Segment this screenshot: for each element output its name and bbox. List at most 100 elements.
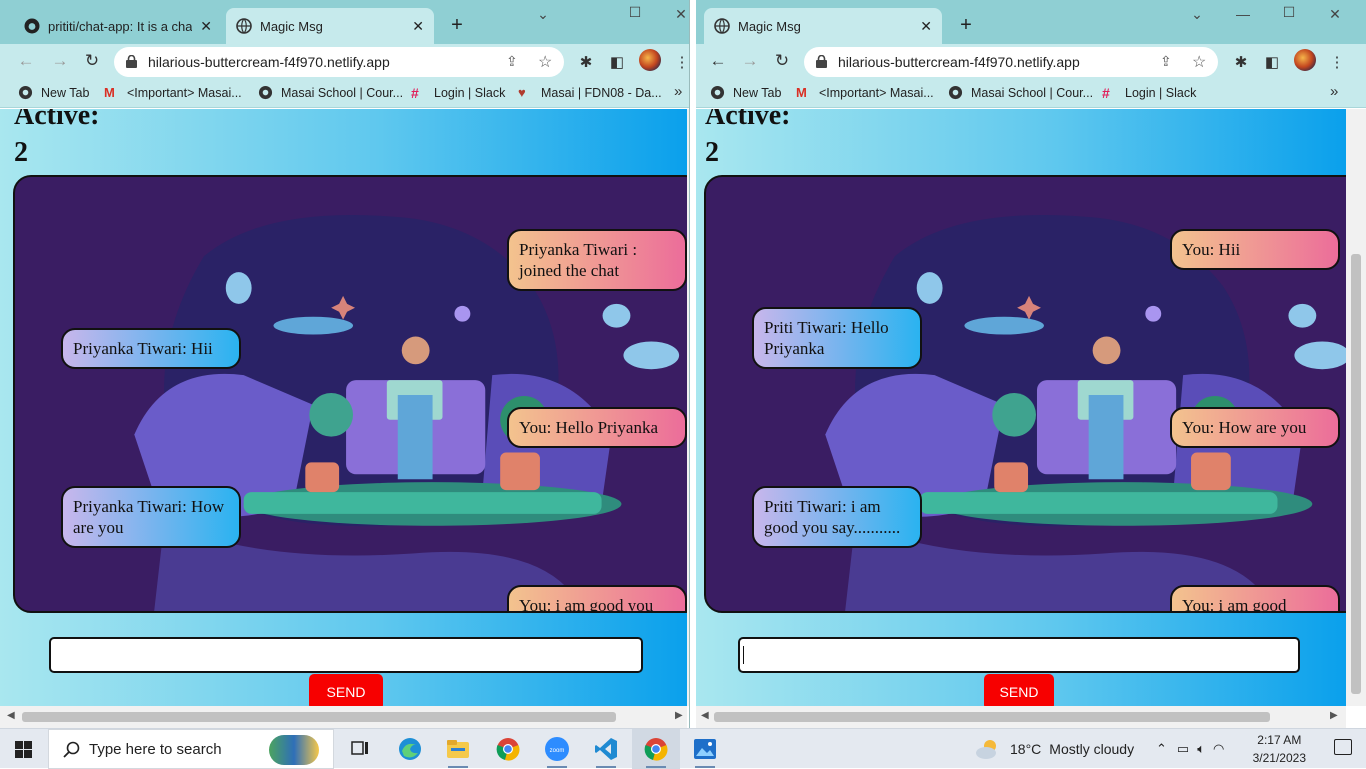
- share-icon[interactable]: ⇪: [506, 53, 518, 70]
- notifications-icon[interactable]: [1334, 739, 1352, 755]
- photos-icon[interactable]: [681, 729, 729, 769]
- scroll-left-icon[interactable]: ◀: [701, 710, 709, 721]
- menu-icon[interactable]: ⋮: [673, 53, 690, 71]
- file-explorer-icon[interactable]: [434, 729, 482, 769]
- page-viewport: Active: 2: [696, 109, 1346, 728]
- scroll-thumb[interactable]: [22, 712, 616, 722]
- browser-window-left: prititi/chat-app: It is a chatin ✕ Magic…: [0, 0, 690, 728]
- scroll-left-icon[interactable]: ◀: [7, 710, 15, 721]
- slack-icon: #: [411, 85, 419, 101]
- close-icon[interactable]: ✕: [920, 18, 932, 35]
- wifi-icon[interactable]: ◠: [1213, 741, 1224, 757]
- bookmark-slack[interactable]: # Login | Slack: [1102, 85, 1196, 101]
- new-tab-button[interactable]: +: [954, 14, 978, 38]
- share-icon[interactable]: ⇪: [1160, 53, 1172, 70]
- battery-icon[interactable]: ▭: [1177, 741, 1189, 757]
- globe-icon: [258, 85, 273, 100]
- bookmark-new-tab[interactable]: New Tab: [710, 85, 781, 100]
- edge-icon[interactable]: [386, 729, 434, 769]
- globe-icon: [710, 85, 725, 100]
- bookmark-gmail[interactable]: M <Important> Masai...: [796, 85, 934, 100]
- tab-magic-msg[interactable]: Magic Msg ✕: [704, 8, 942, 44]
- tab-magic-msg[interactable]: Magic Msg ✕: [226, 8, 434, 44]
- maximize-button[interactable]: ☐: [620, 4, 650, 21]
- scroll-thumb[interactable]: [1351, 254, 1361, 694]
- horizontal-scrollbar[interactable]: ◀ ▶: [0, 706, 687, 728]
- masai-icon: ♥: [518, 85, 526, 100]
- avatar[interactable]: [1294, 49, 1316, 71]
- new-tab-button[interactable]: +: [445, 14, 469, 38]
- extensions-icon[interactable]: ✱: [1232, 53, 1250, 71]
- taskbar-search-input[interactable]: Type here to search: [48, 729, 334, 769]
- tab-github[interactable]: prititi/chat-app: It is a chatin ✕: [14, 8, 222, 44]
- scroll-right-icon[interactable]: ▶: [675, 710, 683, 721]
- tab-strip: prititi/chat-app: It is a chatin ✕ Magic…: [0, 0, 689, 44]
- page-viewport: Active: 2: [0, 109, 687, 728]
- bookmark-gmail[interactable]: M <Important> Masai...: [104, 85, 242, 100]
- zoom-icon[interactable]: zoom: [533, 729, 581, 769]
- bookmark-masai-school[interactable]: Masai School | Cour...: [948, 85, 1093, 100]
- bookmark-slack[interactable]: # Login | Slack: [411, 85, 505, 101]
- send-button[interactable]: SEND: [984, 674, 1054, 710]
- url-text: hilarious-buttercream-f4f970.netlify.app: [148, 54, 390, 70]
- active-users: Active: 2: [705, 109, 791, 171]
- forward-icon[interactable]: →: [740, 52, 760, 70]
- task-view-icon[interactable]: [336, 729, 384, 769]
- close-window-button[interactable]: ✕: [1320, 6, 1350, 23]
- chrome-icon[interactable]: [632, 729, 680, 769]
- tab-strip: Magic Msg ✕ + ⌄ — ☐ ✕: [696, 0, 1366, 44]
- avatar[interactable]: [639, 49, 661, 71]
- scroll-right-icon[interactable]: ▶: [1330, 710, 1338, 721]
- back-icon[interactable]: ←: [708, 52, 728, 70]
- url-text: hilarious-buttercream-f4f970.netlify.app: [838, 54, 1080, 70]
- tab-search-icon[interactable]: ⌄: [1182, 6, 1212, 23]
- minimize-button[interactable]: —: [1228, 6, 1258, 22]
- bookmarks-bar: New Tab M <Important> Masai... Masai Sch…: [696, 78, 1366, 108]
- menu-icon[interactable]: ⋮: [1328, 53, 1346, 71]
- globe-icon: [714, 18, 730, 34]
- extensions-icon[interactable]: ✱: [577, 53, 595, 71]
- reload-icon[interactable]: ↻: [772, 52, 792, 70]
- forward-icon[interactable]: →: [50, 52, 70, 70]
- tab-search-icon[interactable]: ⌄: [528, 6, 558, 23]
- windows-start-icon[interactable]: [15, 741, 32, 758]
- address-bar[interactable]: hilarious-buttercream-f4f970.netlify.app…: [114, 47, 564, 77]
- maximize-button[interactable]: ☐: [1274, 4, 1304, 21]
- bookmark-masai-school[interactable]: Masai School | Cour...: [258, 85, 403, 100]
- message-input[interactable]: [49, 637, 643, 673]
- vertical-scrollbar[interactable]: [687, 109, 689, 706]
- volume-icon[interactable]: 🔈︎: [1197, 741, 1205, 757]
- search-highlight-icon[interactable]: [269, 735, 319, 765]
- bookmark-masai-fdn[interactable]: ♥ Masai | FDN08 - Da...: [518, 85, 662, 100]
- scroll-thumb[interactable]: [714, 712, 1270, 722]
- chat-message: You: i am good you: [507, 585, 687, 611]
- close-window-button[interactable]: ✕: [666, 6, 689, 23]
- side-panel-icon[interactable]: ◧: [1263, 53, 1281, 71]
- vertical-scrollbar[interactable]: [1346, 109, 1366, 706]
- chat-message: Priyanka Tiwari : joined the chat: [507, 229, 687, 291]
- bookmark-star-icon[interactable]: ☆: [538, 52, 552, 72]
- clock-time: 2:17 AM: [1257, 733, 1302, 747]
- weather-widget[interactable]: 18°C Mostly cloudy: [974, 729, 1134, 769]
- show-hidden-icons-icon[interactable]: ⌃: [1156, 741, 1167, 757]
- vscode-icon[interactable]: [582, 729, 630, 769]
- close-icon[interactable]: ✕: [412, 18, 424, 35]
- clock-date: 3/21/2023: [1252, 751, 1306, 765]
- more-bookmarks-icon[interactable]: »: [1330, 83, 1338, 100]
- close-icon[interactable]: ✕: [200, 18, 212, 35]
- windows-taskbar: Type here to search zoom 18°C Mostly clo…: [0, 728, 1366, 769]
- back-icon[interactable]: ←: [16, 52, 36, 70]
- side-panel-icon[interactable]: ◧: [608, 53, 626, 71]
- more-bookmarks-icon[interactable]: »: [674, 83, 682, 100]
- reload-icon[interactable]: ↻: [82, 52, 102, 70]
- send-button[interactable]: SEND: [309, 674, 383, 710]
- horizontal-scrollbar[interactable]: ◀ ▶: [696, 706, 1346, 728]
- message-input[interactable]: [738, 637, 1300, 673]
- bookmark-star-icon[interactable]: ☆: [1192, 52, 1206, 72]
- taskbar-clock[interactable]: 2:17 AM 3/21/2023: [1253, 731, 1306, 767]
- bookmark-new-tab[interactable]: New Tab: [18, 85, 89, 100]
- address-bar[interactable]: hilarious-buttercream-f4f970.netlify.app…: [804, 47, 1218, 77]
- chrome-icon[interactable]: [484, 729, 532, 769]
- active-count: 2: [705, 137, 719, 168]
- chat-message: You: Hii: [1170, 229, 1340, 270]
